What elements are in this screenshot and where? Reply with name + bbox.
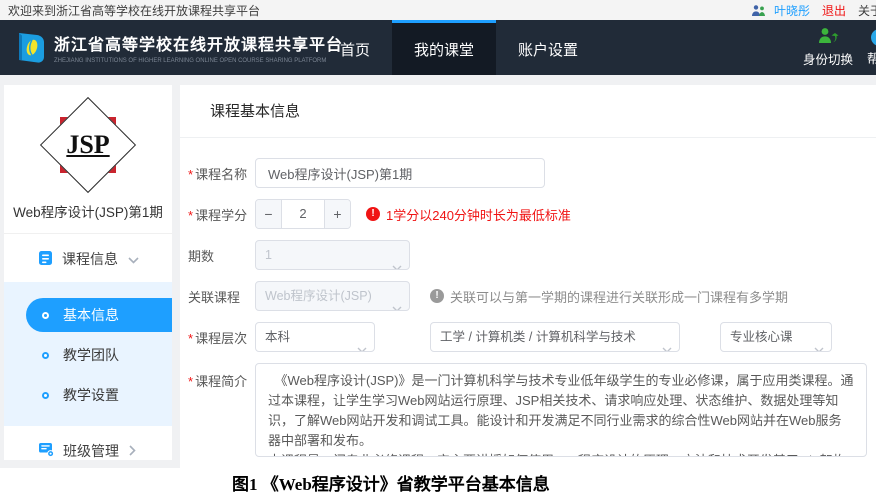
course-intro-label: *课程简介 <box>188 363 255 390</box>
chevron-down-icon <box>392 253 402 270</box>
figure-caption: 图1 《Web程序设计》省教学平台基本信息 <box>0 470 550 495</box>
sidebar-item-basic-info[interactable]: 基本信息 <box>26 298 172 332</box>
brand-text: 浙江省高等学校在线开放课程共享平台 ZHEJIANG INSTITUTIONS … <box>54 31 350 64</box>
chevron-down-icon <box>128 251 139 267</box>
related-course-row: 关联课程 Web程序设计(JSP) ! 关联可以与第一学期的课程进行关联形成一门… <box>188 281 876 311</box>
required-asterisk: * <box>188 374 193 389</box>
page: 欢迎来到浙江省高等学校在线开放课程共享平台 叶晓彤 退出 关于 浙江省高等学校在… <box>0 0 876 496</box>
info-icon: ! <box>430 289 444 303</box>
course-info-icon <box>38 250 53 269</box>
sidebar-subitem-label: 基本信息 <box>63 305 119 325</box>
topbar-right: 叶晓彤 退出 关于 <box>751 0 876 20</box>
brand-logo-icon <box>14 31 46 65</box>
logo-jsp-text: JSP <box>38 95 138 195</box>
course-type-select[interactable]: 专业核心课 <box>720 322 832 352</box>
course-form: *课程名称 *课程学分 − 2 + ! 1学分以240分钟时长为最低标准 <box>180 138 876 457</box>
caption-bar: 图1 《Web程序设计》省教学平台基本信息 <box>0 468 876 496</box>
required-asterisk: * <box>188 331 193 346</box>
logout-link[interactable]: 退出 <box>822 2 846 19</box>
bullet-icon <box>42 352 49 359</box>
course-logo: JSP <box>38 95 138 195</box>
about-link[interactable]: 关于 <box>858 2 876 19</box>
related-course-hint: ! 关联可以与第一学期的课程进行关联形成一门课程有多学期 <box>430 287 788 306</box>
nav-account-settings[interactable]: 账户设置 <box>496 20 600 75</box>
course-intro-row: *课程简介 《Web程序设计(JSP)》是一门计算机科学与技术专业低年级学生的专… <box>188 363 876 457</box>
sidebar-subitem-label: 教学团队 <box>63 345 119 365</box>
brand-title: 浙江省高等学校在线开放课程共享平台 <box>54 31 350 55</box>
content-area: JSP Web程序设计(JSP)第1期 课程信息 基本信息 <box>0 75 876 468</box>
chevron-down-icon <box>392 294 402 311</box>
identity-switch-icon <box>817 27 839 47</box>
discipline-select-value: 工学 / 计算机类 / 计算机科学与技术 <box>440 330 636 344</box>
identity-switch-button[interactable]: 身份切换 <box>803 20 853 75</box>
credits-value[interactable]: 2 <box>282 200 324 228</box>
course-level-row: *课程层次 本科 工学 / 计算机类 / 计算机科学与技术 专业核心课 <box>188 322 876 352</box>
welcome-bar: 欢迎来到浙江省高等学校在线开放课程共享平台 叶晓彤 退出 关于 <box>0 0 876 20</box>
required-asterisk: * <box>188 208 193 223</box>
sidebar-item-class-management[interactable]: 班级管理 <box>4 434 172 460</box>
hint-text: 关联可以与第一学期的课程进行关联形成一门课程有多学期 <box>450 287 788 306</box>
level-select-value: 本科 <box>265 330 290 344</box>
credits-warning: ! 1学分以240分钟时长为最低标准 <box>366 205 571 224</box>
username-link[interactable]: 叶晓彤 <box>774 2 810 19</box>
sidebar-item-teaching-team[interactable]: 教学团队 <box>4 338 172 372</box>
course-level-label: *课程层次 <box>188 328 255 347</box>
course-title: Web程序设计(JSP)第1期 <box>4 201 172 234</box>
user-group-icon <box>751 4 766 17</box>
sidebar-item-label: 班级管理 <box>63 441 119 460</box>
brand-subtitle: ZHEJIANG INSTITUTIONS OF HIGHER LEARNING… <box>54 57 326 63</box>
course-name-label: *课程名称 <box>188 164 255 183</box>
course-name-input[interactable] <box>255 158 545 188</box>
credits-label: *课程学分 <box>188 205 255 224</box>
sidebar-subitem-label: 教学设置 <box>63 385 119 405</box>
sidebar-item-teaching-settings[interactable]: 教学设置 <box>4 378 172 412</box>
bullet-icon <box>42 312 49 319</box>
term-row: 期数 1 <box>188 240 876 270</box>
nav-right: 身份切换 ? 帮助 <box>803 20 876 75</box>
nav-home[interactable]: 首页 <box>318 20 392 75</box>
help-label: 帮助 <box>867 48 876 67</box>
increase-button[interactable]: + <box>324 200 350 228</box>
course-sidebar: JSP Web程序设计(JSP)第1期 课程信息 基本信息 <box>4 85 172 460</box>
bullet-icon <box>42 392 49 399</box>
welcome-text: 欢迎来到浙江省高等学校在线开放课程共享平台 <box>8 2 260 19</box>
term-select-value: 1 <box>265 248 272 262</box>
help-button[interactable]: ? 帮助 <box>867 20 876 75</box>
main-navbar: 浙江省高等学校在线开放课程共享平台 ZHEJIANG INSTITUTIONS … <box>0 20 876 75</box>
decrease-button[interactable]: − <box>256 200 282 228</box>
course-intro-textarea[interactable]: 《Web程序设计(JSP)》是一门计算机科学与技术专业低年级学生的专业必修课，属… <box>255 363 867 457</box>
warning-icon: ! <box>366 207 380 221</box>
level-select[interactable]: 本科 <box>255 322 375 352</box>
course-name-row: *课程名称 <box>188 158 876 188</box>
chevron-down-icon <box>814 335 824 352</box>
help-icon: ? <box>871 29 876 46</box>
related-course-select[interactable]: Web程序设计(JSP) <box>255 281 410 311</box>
warning-text: 1学分以240分钟时长为最低标准 <box>386 205 571 224</box>
related-course-value: Web程序设计(JSP) <box>265 289 372 303</box>
class-manage-icon <box>38 442 54 460</box>
credits-stepper: − 2 + <box>255 199 351 229</box>
course-type-select-value: 专业核心课 <box>730 330 793 344</box>
chevron-right-icon <box>129 443 136 459</box>
card-title: 课程基本信息 <box>180 85 876 138</box>
discipline-select[interactable]: 工学 / 计算机类 / 计算机科学与技术 <box>430 322 680 352</box>
related-course-label: 关联课程 <box>188 287 255 306</box>
identity-switch-label: 身份切换 <box>803 49 853 68</box>
course-info-submenu: 基本信息 教学团队 教学设置 <box>4 282 172 426</box>
sidebar-item-label: 课程信息 <box>62 249 118 269</box>
credits-row: *课程学分 − 2 + ! 1学分以240分钟时长为最低标准 <box>188 199 876 229</box>
chevron-down-icon <box>662 335 672 352</box>
term-label: 期数 <box>188 246 255 265</box>
sidebar-item-course-info[interactable]: 课程信息 <box>4 242 172 276</box>
required-asterisk: * <box>188 167 193 182</box>
chevron-down-icon <box>357 335 367 352</box>
brand[interactable]: 浙江省高等学校在线开放课程共享平台 ZHEJIANG INSTITUTIONS … <box>0 20 290 75</box>
nav-my-classroom[interactable]: 我的课堂 <box>392 20 496 75</box>
course-basic-info-card: 课程基本信息 *课程名称 *课程学分 − 2 + ! 1学分以240分钟时长为 <box>180 85 876 468</box>
nav-items: 首页 我的课堂 账户设置 <box>318 20 600 75</box>
term-select[interactable]: 1 <box>255 240 410 270</box>
